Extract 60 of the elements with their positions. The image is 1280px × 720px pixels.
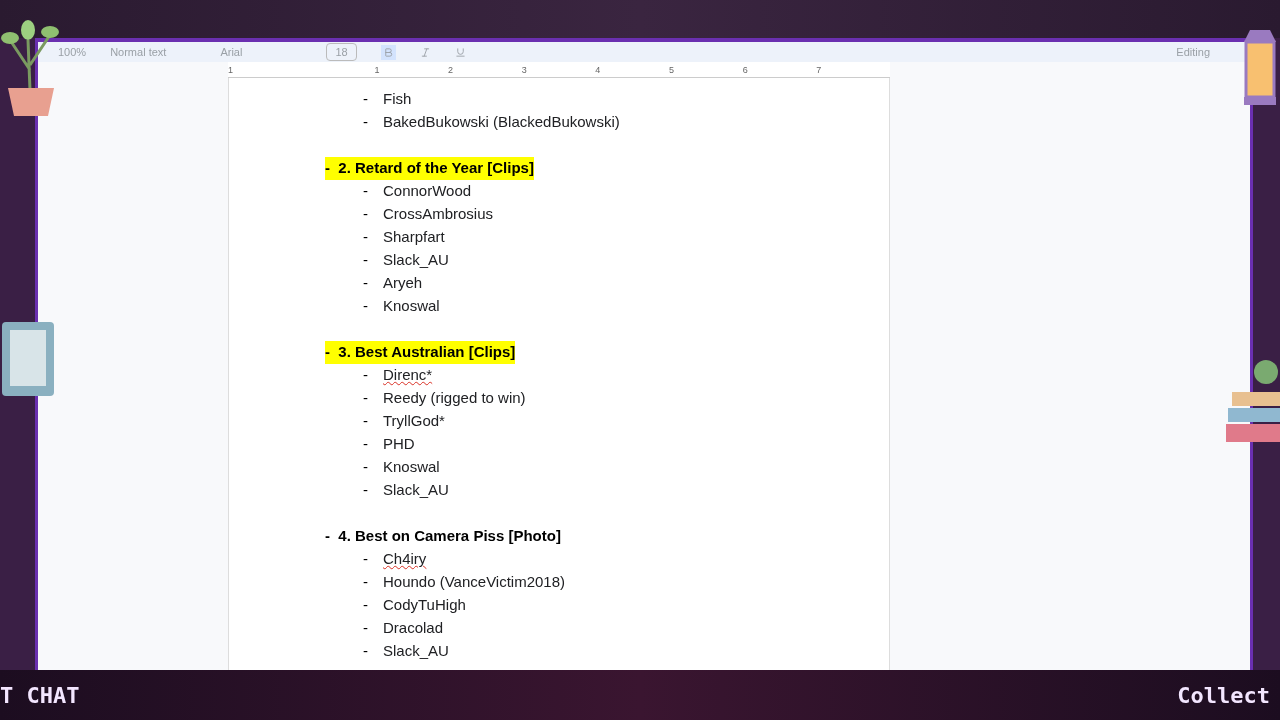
list-dash: - (363, 595, 368, 616)
ruler-number: 1 (374, 63, 381, 77)
ruler-number: 2 (448, 63, 455, 77)
list-dash: - (363, 388, 368, 409)
list-item-text: Slack_AU (383, 641, 449, 662)
list-item-text: Aryeh (383, 273, 423, 294)
list-dash: - (363, 250, 368, 271)
ruler-number: 6 (742, 63, 749, 77)
list-dash: - (363, 457, 368, 478)
list-dash: - (363, 572, 368, 593)
list-dash: - (363, 89, 368, 110)
list-dash: - (363, 618, 368, 639)
list-item-text: CodyTuHigh (383, 595, 466, 616)
list-dash: - (363, 112, 368, 133)
ruler-number: 1 (228, 63, 234, 77)
italic-icon (419, 46, 431, 58)
list-item-text: Houndo (VanceVictim2018) (383, 572, 566, 593)
bold-icon (382, 46, 394, 58)
underline-button[interactable] (454, 46, 466, 58)
list-dash: - (363, 365, 368, 386)
ruler-number: 5 (669, 63, 675, 77)
ruler-number: 3 (521, 63, 528, 77)
zoom-dropdown[interactable]: 100% (58, 43, 87, 61)
list-dash: - (363, 273, 368, 294)
underline-icon (454, 46, 466, 58)
list-dash: - (363, 411, 368, 432)
bold-button[interactable] (380, 44, 396, 60)
list-item-text: Slack_AU (383, 480, 449, 501)
list-item-text: TryllGod* (383, 411, 445, 432)
list-item-text: Dracolad (383, 618, 444, 639)
list-dash: - (363, 641, 368, 662)
list-dash: - (363, 204, 368, 225)
italic-button[interactable] (419, 46, 431, 58)
heading-line: - 4. Best on Camera Piss [Photo] (325, 526, 561, 547)
collect-label: Collect (1177, 681, 1271, 710)
font-dropdown[interactable]: Arial (220, 43, 243, 61)
list-item-text: Sharpfart (383, 227, 445, 248)
list-item-text: ConnorWood (383, 181, 472, 202)
ruler-number: 7 (816, 63, 823, 77)
list-item-text: Fish (383, 89, 412, 110)
list-dash: - (363, 181, 368, 202)
list-dash: - (363, 549, 368, 570)
list-item-text: CrossAmbrosius (383, 204, 494, 225)
font-size-field[interactable]: 18 (326, 42, 357, 62)
list-item-text: Direnc* (383, 365, 433, 386)
chat-label: T CHAT (0, 681, 80, 710)
list-item-text: Ch4iry (383, 549, 427, 570)
list-item-text: Knoswal (383, 457, 440, 478)
list-dash: - (363, 227, 368, 248)
style-dropdown[interactable]: Normal text (110, 43, 167, 61)
edit-mode-button[interactable]: Editing (1176, 43, 1210, 61)
list-item-text: Slack_AU (383, 250, 449, 271)
ruler-number: 4 (595, 63, 602, 77)
list-item-text: Knoswal (383, 296, 440, 317)
list-dash: - (363, 296, 368, 317)
list-item-text: BakedBukowski (BlackedBukowski) (383, 112, 620, 133)
list-item-text: PHD (383, 434, 415, 455)
list-dash: - (363, 434, 368, 455)
list-dash: - (363, 480, 368, 501)
list-item-text: Reedy (rigged to win) (383, 388, 526, 409)
